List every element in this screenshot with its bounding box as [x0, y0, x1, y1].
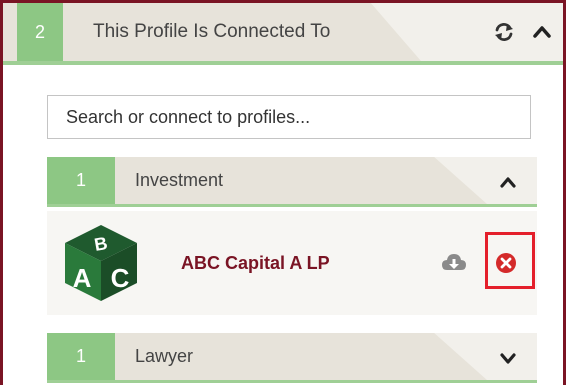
svg-text:C: C: [111, 263, 130, 293]
svg-text:A: A: [73, 263, 92, 293]
group-underline: [47, 204, 537, 207]
group-title: Lawyer: [135, 346, 194, 366]
group-header-lawyer[interactable]: 1 Lawyer: [47, 333, 537, 383]
connection-count-badge: 2: [17, 3, 63, 61]
search-profiles-input[interactable]: [47, 95, 531, 139]
connected-profiles-panel: 2 This Profile Is Connected To 1 Investm…: [0, 0, 566, 385]
header-underline: [3, 61, 563, 65]
group-header-investment[interactable]: 1 Investment: [47, 157, 537, 207]
chevron-up-icon[interactable]: [493, 167, 523, 197]
group-count-badge: 1: [47, 333, 115, 380]
remove-button-highlight: [485, 232, 535, 289]
group-title: Investment: [135, 170, 224, 190]
connected-panel-header[interactable]: 2 This Profile Is Connected To: [3, 3, 563, 65]
abc-blocks-logo: B A C: [63, 223, 139, 303]
collapse-panel-icon[interactable]: [527, 17, 557, 47]
chevron-down-icon[interactable]: [493, 343, 523, 373]
group-count-badge: 1: [47, 157, 115, 204]
group-underline: [47, 380, 537, 383]
cloud-download-icon[interactable]: [439, 249, 469, 277]
connected-panel-title: This Profile Is Connected To: [93, 21, 331, 42]
list-item[interactable]: B A C ABC Capital A LP: [47, 211, 537, 315]
refresh-icon[interactable]: [489, 17, 519, 47]
profile-name-link[interactable]: ABC Capital A LP: [181, 211, 330, 315]
